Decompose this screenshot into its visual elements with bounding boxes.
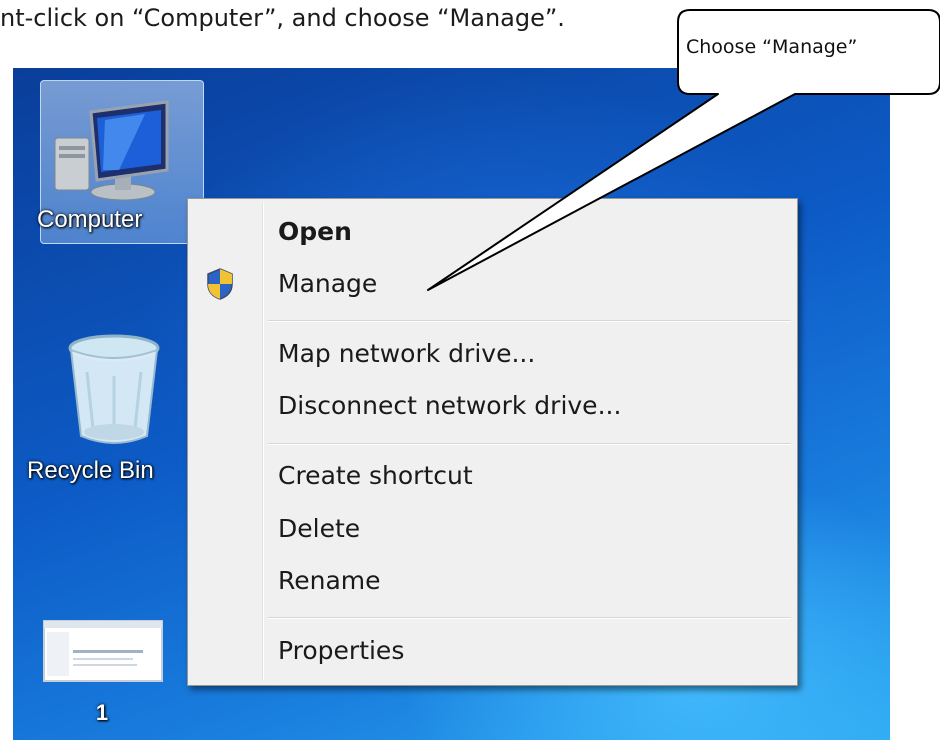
menu-separator — [268, 320, 791, 322]
menu-item-properties[interactable]: Properties — [278, 632, 789, 670]
menu-item-disconnect-network-drive[interactable]: Disconnect network drive... — [278, 387, 789, 425]
computer-icon — [54, 100, 169, 201]
image-thumbnail-icon — [43, 620, 163, 682]
computer-desktop-icon[interactable]: Computer — [13, 80, 204, 244]
computer-icon-label: Computer — [37, 206, 143, 233]
file-1-desktop-icon[interactable]: 1 — [37, 620, 167, 730]
recycle-bin-icon-label: Recycle Bin — [27, 457, 154, 484]
recycle-bin-desktop-icon[interactable]: Recycle Bin — [23, 332, 203, 484]
uac-shield-icon — [207, 268, 233, 300]
file-1-icon-label: 1 — [95, 700, 109, 725]
menu-gutter-divider — [262, 203, 264, 681]
menu-item-open[interactable]: Open — [278, 213, 789, 251]
instruction-text: nt-click on “Computer”, and choose “Mana… — [0, 4, 565, 32]
callout-text: Choose “Manage” — [686, 36, 858, 58]
recycle-bin-icon — [68, 334, 160, 444]
menu-item-delete[interactable]: Delete — [278, 510, 789, 548]
menu-item-manage[interactable]: Manage — [278, 265, 789, 303]
context-menu: Open Manage Map network drive... Disconn… — [187, 198, 798, 686]
menu-item-create-shortcut[interactable]: Create shortcut — [278, 457, 789, 495]
menu-item-map-network-drive[interactable]: Map network drive... — [278, 335, 789, 373]
menu-separator — [268, 443, 791, 445]
menu-separator — [268, 617, 791, 619]
desktop[interactable]: Computer Recycle Bin 1 Open Manage Map n… — [13, 68, 890, 740]
menu-item-rename[interactable]: Rename — [278, 562, 789, 600]
